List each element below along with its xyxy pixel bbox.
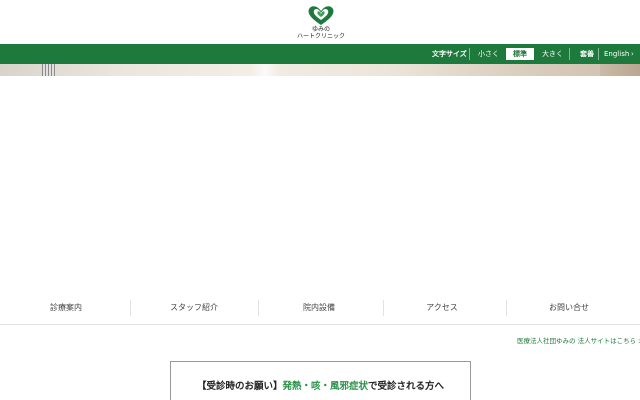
divider	[569, 48, 570, 60]
nav-item-contact[interactable]: お問い合せ	[505, 292, 633, 324]
hero-detail	[42, 64, 56, 76]
nav-item-facilities[interactable]: 院内設備	[255, 292, 383, 324]
hero-detail	[250, 64, 280, 76]
logo-text-line1: ゆみの	[311, 26, 330, 33]
hero-detail	[600, 64, 640, 76]
divider	[598, 48, 599, 60]
font-size-small-button[interactable]: 小さく	[478, 44, 499, 64]
clinic-logo[interactable]: ゆみの ハートクリニック	[296, 4, 346, 42]
chevron-right-icon: ›	[631, 50, 634, 58]
hero-image	[0, 64, 640, 76]
utility-bar: 文字サイズ 小さく 標準 大きく 套善 English ›	[0, 44, 640, 64]
divider	[469, 48, 470, 60]
nav-item-access[interactable]: アクセス	[378, 292, 506, 324]
notice-highlight: 発熱・咳・風邪症状	[282, 381, 368, 392]
corporate-site-link[interactable]: 医療法人社団ゆみの 法人サイトはこちら >	[517, 335, 640, 345]
notice-prefix: 【受診時のお願い】	[196, 381, 283, 392]
notice-suffix: で受診される方へ	[368, 381, 445, 392]
logo-text-line2: ハートクリニック	[296, 33, 345, 40]
nav-item-staff[interactable]: スタッフ紹介	[130, 292, 258, 324]
notice-box[interactable]: 【受診時のお願い】発熱・咳・風邪症状で受診される方へ	[170, 361, 471, 400]
sitemap-link[interactable]: 套善	[580, 44, 594, 64]
nav-item-services[interactable]: 診療案内	[2, 292, 130, 324]
site-header: ゆみの ハートクリニック	[0, 0, 640, 44]
global-nav: 診療案内 スタッフ紹介 院内設備 アクセス お問い合せ	[0, 292, 640, 325]
font-size-label: 文字サイズ	[432, 50, 467, 58]
font-size-large-button[interactable]: 大きく	[542, 44, 563, 64]
heart-logo-icon	[308, 6, 334, 25]
notice-title: 【受診時のお願い】発熱・咳・風邪症状で受診される方へ	[171, 378, 470, 392]
english-link[interactable]: English	[604, 44, 629, 64]
font-size-normal-button[interactable]: 標準	[506, 48, 534, 60]
